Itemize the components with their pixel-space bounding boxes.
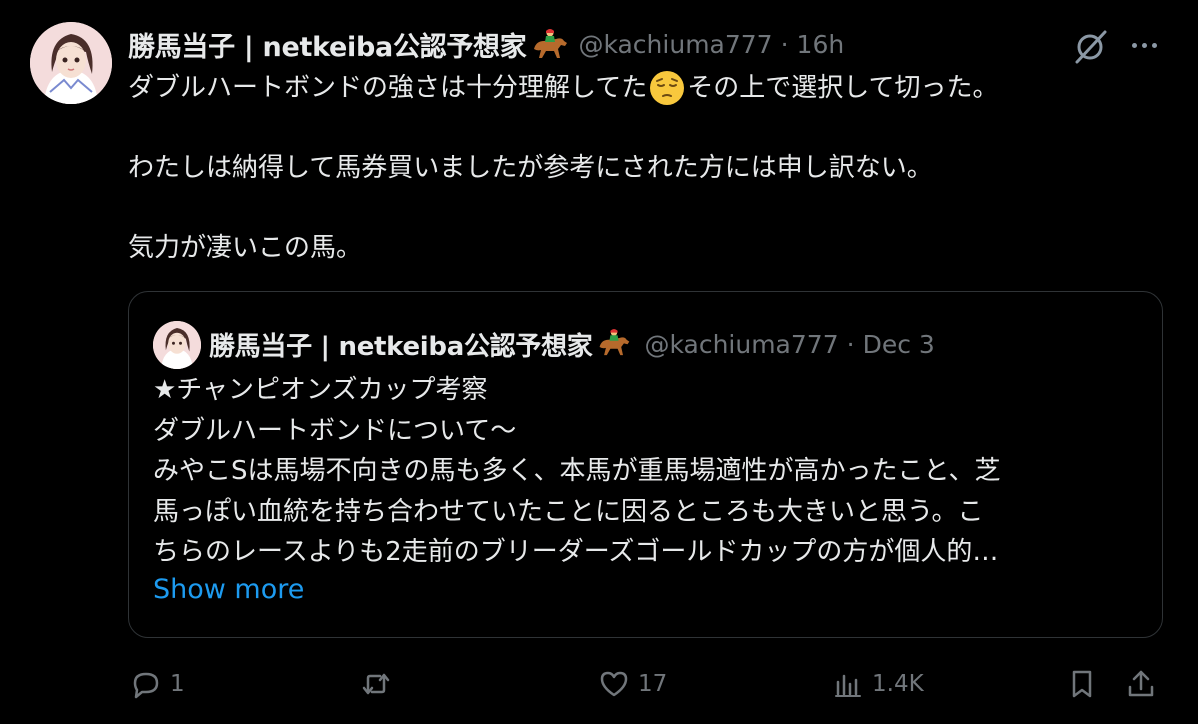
like-count: 17	[638, 671, 668, 697]
quoted-post[interactable]: 勝馬当子 | netkeiba公認予想家 @kachiuma777 · Dec …	[128, 291, 1163, 638]
quote-text-line: みやこSは馬場不向きの馬も多く、本馬が重馬場適性が高かったこと、芝	[153, 456, 1001, 486]
jockey-emoji-icon	[530, 27, 570, 61]
share-icon	[1128, 670, 1154, 697]
quote-text-line: ★チャンピオンズカップ考察	[153, 375, 488, 405]
share-button[interactable]	[1125, 662, 1157, 706]
post-text-line-1-after: その上で選択して切った。	[687, 73, 999, 103]
post-text: ダブルハートボンドの強さは十分理解してた その上で選択して切った。 わたしは納得…	[128, 68, 1168, 268]
post-header: 勝馬当子 | netkeiba公認予想家 @kachiuma777 · 16h	[128, 24, 844, 64]
quote-author-name: 勝馬当子 | netkeiba公認予想家	[209, 331, 593, 362]
reply-icon	[133, 672, 159, 699]
views-icon	[835, 674, 861, 697]
quote-text-line: ダブルハートボンドについて〜	[153, 415, 517, 446]
more-icon[interactable]	[1124, 28, 1164, 62]
separator-dot: ·	[780, 29, 789, 59]
separator-dot: ·	[846, 329, 855, 359]
jockey-emoji-icon	[596, 327, 636, 361]
post-text-line-1-before: ダブルハートボンドの強さは十分理解してた	[128, 73, 648, 103]
post-text-line-1: ダブルハートボンドの強さは十分理解してた その上で選択して切った。	[128, 68, 1168, 108]
quote-header: 勝馬当子 | netkeiba公認予想家 @kachiuma777 · Dec …	[209, 324, 935, 364]
post-text-line-2: わたしは納得して馬券買いましたが参考にされた方には申し訳ない。	[128, 153, 933, 183]
show-more-link[interactable]: Show more	[153, 574, 304, 605]
quote-text-line: 馬っぽい血統を持ち合わせていたことに因るところも大きいと思う。こ	[153, 496, 984, 527]
author-avatar[interactable]	[30, 22, 112, 104]
reply-count: 1	[170, 671, 185, 697]
grok-icon[interactable]	[1071, 26, 1111, 66]
bookmark-icon	[1072, 670, 1092, 698]
author-name[interactable]: 勝馬当子 | netkeiba公認予想家	[128, 25, 527, 64]
quote-author-avatar	[153, 321, 201, 369]
bookmark-button[interactable]	[1066, 662, 1098, 706]
repost-icon	[362, 673, 390, 695]
reply-button[interactable]: 1	[130, 662, 185, 706]
like-button[interactable]: 17	[598, 662, 667, 706]
author-handle[interactable]: @kachiuma777	[578, 30, 772, 59]
quote-text-line: ちらのレースよりも2走前のブリーダーズゴールドカップの方が個人的…	[153, 537, 999, 567]
post-text-line-3: 気力が凄いこの馬。	[128, 233, 363, 263]
like-icon	[600, 671, 628, 697]
views-count: 1.4K	[872, 671, 924, 697]
post-time[interactable]: 16h	[797, 30, 845, 59]
pensive-emoji-icon	[650, 71, 685, 105]
quote-text: ★チャンピオンズカップ考察 ダブルハートボンドについて〜 みやこSは馬場不向きの…	[153, 370, 1143, 573]
repost-button[interactable]	[360, 662, 400, 706]
quote-author-handle: @kachiuma777	[644, 329, 839, 359]
views-button[interactable]: 1.4K	[832, 662, 924, 706]
quote-date: Dec 3	[862, 329, 935, 359]
